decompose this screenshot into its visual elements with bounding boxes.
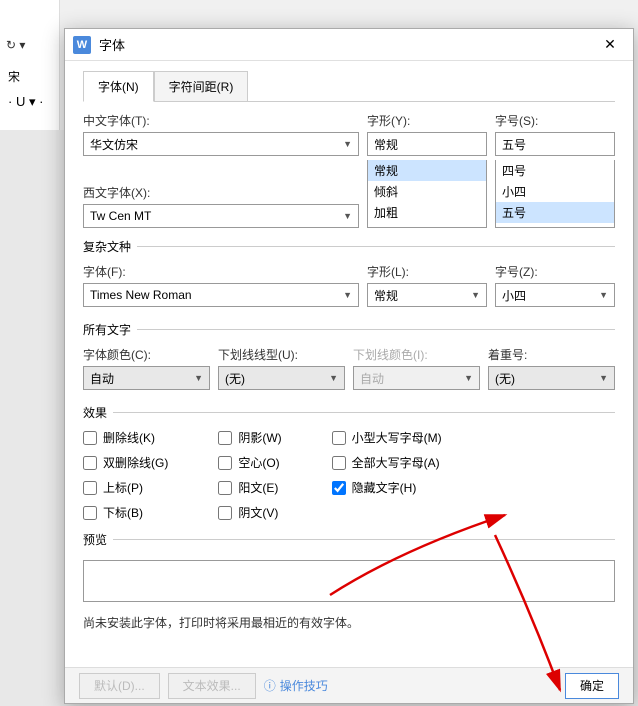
font-color-label: 字体颜色(C): [83,346,210,363]
checkbox-emboss[interactable]: 阴文(V) [218,504,281,521]
chevron-down-icon: ▼ [329,373,338,383]
chevron-down-icon: ▼ [343,211,352,221]
underline-style-combo[interactable]: (无)▼ [218,366,345,390]
size-input[interactable]: 五号 [495,132,615,156]
chevron-down-icon: ▼ [194,373,203,383]
complex-font-combo[interactable]: Times New Roman▼ [83,283,359,307]
checkbox-hidden[interactable]: 隐藏文字(H) [332,479,442,496]
list-item[interactable]: 小四 [496,181,614,202]
chinese-font-combo[interactable]: 华文仿宋 ▼ [83,132,359,156]
default-button: 默认(D)... [79,673,160,699]
complex-legend: 复杂文种 [83,238,137,255]
complex-font-label: 字体(F): [83,263,359,280]
preview-group: 预览 [83,531,615,602]
dialog-footer: 默认(D)... 文本效果... ⓘ操作技巧 确定 [65,667,633,703]
checkbox-double-strike[interactable]: 双删除线(G) [83,454,168,471]
chevron-down-icon: ▼ [464,373,473,383]
complex-size-combo[interactable]: 小四▼ [495,283,615,307]
checkbox-subscript[interactable]: 下标(B) [83,504,168,521]
checkbox-all-caps[interactable]: 全部大写字母(A) [332,454,442,471]
alltext-legend: 所有文字 [83,321,137,338]
western-font-label: 西文字体(X): [83,184,359,201]
close-button[interactable]: ✕ [595,32,625,58]
bg-fontname: 宋 [8,68,20,85]
checkbox-shadow[interactable]: 阴影(W) [218,429,281,446]
preview-box [83,560,615,602]
text-effects-button: 文本效果... [168,673,256,699]
list-item[interactable]: 四号 [496,160,614,181]
list-item[interactable]: 倾斜 [368,181,486,202]
complex-size-label: 字号(Z): [495,263,615,280]
checkbox-strikethrough[interactable]: 删除线(K) [83,429,168,446]
emphasis-combo[interactable]: (无)▼ [488,366,615,390]
tips-link[interactable]: ⓘ操作技巧 [264,677,328,694]
font-note: 尚未安装此字体，打印时将采用最相近的有效字体。 [83,614,615,631]
font-color-combo[interactable]: 自动▼ [83,366,210,390]
app-icon: W [73,36,91,54]
list-item[interactable]: 常规 [368,160,486,181]
checkbox-engrave[interactable]: 阳文(E) [218,479,281,496]
complex-style-combo[interactable]: 常规▼ [367,283,487,307]
complex-script-group: 复杂文种 字体(F): Times New Roman▼ 字形(L): 常规▼ … [83,238,615,311]
chevron-down-icon: ▼ [471,290,480,300]
font-dialog: W 字体 ✕ 字体(N) 字符间距(R) 中文字体(T): 华文仿宋 ▼ 字形(… [64,28,634,704]
western-font-combo[interactable]: Tw Cen MT ▼ [83,204,359,228]
chevron-down-icon: ▼ [343,139,352,149]
style-label: 字形(Y): [367,112,487,129]
chinese-font-label: 中文字体(T): [83,112,359,129]
effects-group: 效果 删除线(K) 双删除线(G) 上标(P) 下标(B) 阴影(W) 空心(O… [83,404,615,521]
chevron-down-icon: ▼ [343,290,352,300]
list-item[interactable]: 加粗 [368,202,486,223]
size-label: 字号(S): [495,112,615,129]
chevron-down-icon: ▼ [599,373,608,383]
underline-style-label: 下划线线型(U): [218,346,345,363]
redo-button[interactable]: ↻ ▾ [6,38,25,52]
style-input[interactable]: 常规 [367,132,487,156]
effects-legend: 效果 [83,404,113,421]
info-icon: ⓘ [264,677,276,694]
tab-font[interactable]: 字体(N) [83,71,154,102]
checkbox-superscript[interactable]: 上标(P) [83,479,168,496]
emphasis-label: 着重号: [488,346,615,363]
underline-color-label: 下划线颜色(I): [353,346,480,363]
style-listbox[interactable]: 常规 倾斜 加粗 [367,160,487,228]
chevron-down-icon: ▼ [599,290,608,300]
titlebar: W 字体 ✕ [65,29,633,61]
checkbox-hollow[interactable]: 空心(O) [218,454,281,471]
tab-spacing[interactable]: 字符间距(R) [154,71,249,102]
ok-button[interactable]: 确定 [565,673,619,699]
complex-style-label: 字形(L): [367,263,487,280]
dialog-title: 字体 [99,35,595,54]
all-text-group: 所有文字 字体颜色(C): 自动▼ 下划线线型(U): (无)▼ 下划线颜色(I… [83,321,615,394]
list-item[interactable]: 五号 [496,202,614,223]
chinese-font-value: 华文仿宋 [90,136,138,153]
underline-color-combo: 自动▼ [353,366,480,390]
size-listbox[interactable]: 四号 小四 五号 [495,160,615,228]
preview-legend: 预览 [83,531,113,548]
checkbox-small-caps[interactable]: 小型大写字母(M) [332,429,442,446]
underline-button[interactable]: · U ▾ · [8,94,43,110]
